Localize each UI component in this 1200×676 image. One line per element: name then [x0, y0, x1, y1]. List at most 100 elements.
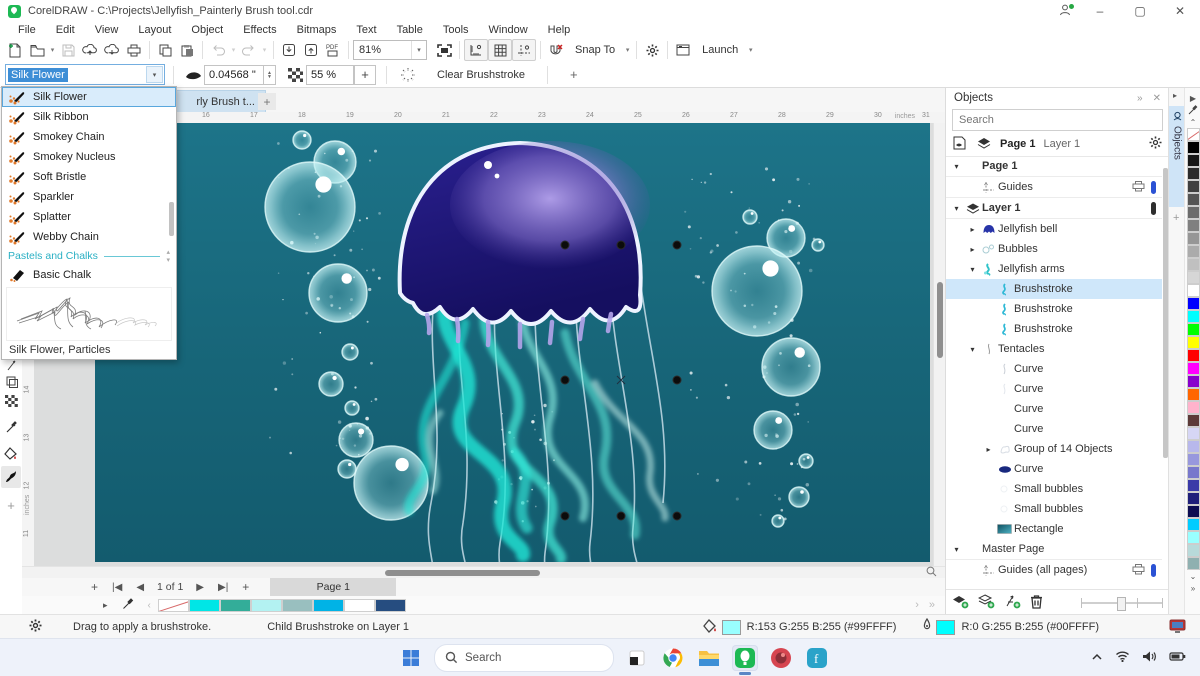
doc-color-swatch-99bfbf[interactable] — [281, 598, 313, 612]
color-swatch-7878cc[interactable] — [1186, 466, 1200, 479]
palette-drag-icon[interactable]: ▶ — [1190, 92, 1196, 104]
color-swatch-d6d6d6[interactable] — [1186, 271, 1200, 284]
palette-expand-icon[interactable]: ▸ — [96, 600, 115, 611]
maximize-button[interactable]: ▢ — [1120, 0, 1160, 22]
tree-expand-icon[interactable]: ▸ — [982, 445, 995, 454]
copy-icon[interactable] — [154, 40, 176, 60]
close-button[interactable]: ✕ — [1160, 0, 1200, 22]
new-layer-icon[interactable] — [952, 594, 969, 612]
menu-layout[interactable]: Layout — [128, 24, 181, 36]
doc-color-swatch-264d80[interactable] — [374, 598, 406, 612]
color-swatch-1f1f7a[interactable] — [1186, 492, 1200, 505]
palette-scroll-right-icon[interactable]: › — [915, 599, 919, 611]
color-swatch-ffff00[interactable] — [1186, 336, 1200, 349]
color-swatch-555555[interactable] — [1186, 193, 1200, 206]
tree-row-guides[interactable]: Guides — [946, 177, 1162, 198]
brush-option-smokey-nucleus[interactable]: Smokey Nucleus — [2, 147, 176, 167]
first-page-icon[interactable]: |◀ — [105, 582, 129, 593]
menu-effects[interactable]: Effects — [233, 24, 286, 36]
redo-dropdown-icon[interactable]: ▾ — [260, 46, 269, 54]
tree-row-curve[interactable]: Curve — [946, 459, 1162, 479]
last-page-icon[interactable]: ▶| — [211, 582, 235, 593]
snap-to-dropdown-icon[interactable]: ▾ — [623, 46, 632, 54]
doc-color-swatch-none[interactable] — [157, 598, 189, 612]
snap-off-icon[interactable] — [545, 40, 567, 60]
color-swatch-ffffff[interactable] — [1186, 284, 1200, 297]
painterly-brush-tool-icon[interactable] — [1, 466, 21, 488]
docker-options-gear-icon[interactable] — [1148, 135, 1163, 153]
doc-color-swatch-ffffff[interactable] — [343, 598, 375, 612]
color-swatch-9898dd[interactable] — [1186, 453, 1200, 466]
color-swatch-ff0000[interactable] — [1186, 349, 1200, 362]
tree-expand-icon[interactable]: ▾ — [950, 545, 963, 554]
menu-view[interactable]: View — [85, 24, 129, 36]
open-icon[interactable] — [26, 40, 48, 60]
menu-tools[interactable]: Tools — [433, 24, 479, 36]
status-gear-icon[interactable] — [28, 618, 43, 636]
menu-text[interactable]: Text — [346, 24, 386, 36]
tree-row-guides-all-pages-[interactable]: Guides (all pages) — [946, 560, 1162, 580]
doc-color-swatch-b3f2f2[interactable] — [250, 598, 282, 612]
open-dropdown-icon[interactable]: ▾ — [48, 46, 57, 54]
tree-row-rectangle[interactable]: Rectangle — [946, 519, 1162, 539]
slider-handle[interactable] — [1117, 596, 1126, 611]
printable-icon[interactable] — [1132, 563, 1145, 578]
chrome-icon[interactable] — [660, 645, 686, 671]
tree-expand-icon[interactable]: ▾ — [966, 345, 979, 354]
color-swatch-00ccff[interactable] — [1186, 518, 1200, 531]
save-icon[interactable] — [57, 40, 79, 60]
color-swatch-404040[interactable] — [1186, 180, 1200, 193]
snap-to-button[interactable]: Snap To — [567, 44, 623, 56]
taskbar-search[interactable]: Search — [434, 643, 614, 672]
tree-row-small-bubbles[interactable]: Small bubbles — [946, 499, 1162, 519]
undo-icon[interactable] — [207, 40, 229, 60]
color-swatch-d6d6f5[interactable] — [1186, 427, 1200, 440]
tree-row-master-page[interactable]: ▾ Master Page — [946, 539, 1162, 560]
zoom-level-combo[interactable]: 81% ▾ — [353, 40, 427, 60]
color-swatch-99ffff[interactable] — [1186, 531, 1200, 544]
layer-opacity-slider[interactable] — [1081, 596, 1163, 611]
tree-row-brushstroke[interactable]: Brushstroke — [946, 299, 1162, 319]
color-swatch-969696[interactable] — [1186, 232, 1200, 245]
add-page-button-2[interactable]: + — [235, 580, 256, 594]
color-swatch-8fb0b0[interactable] — [1186, 557, 1200, 570]
tree-expand-icon[interactable]: ▸ — [966, 225, 979, 234]
show-rulers-icon[interactable] — [464, 39, 488, 61]
palette-eyedropper-icon[interactable] — [115, 597, 141, 613]
launch-dropdown-icon[interactable]: ▾ — [746, 46, 755, 54]
photo-paint-icon[interactable] — [768, 645, 794, 671]
tree-row-small-bubbles[interactable]: Small bubbles — [946, 479, 1162, 499]
brush-option-smokey-chain[interactable]: Smokey Chain — [2, 127, 176, 147]
printable-icon[interactable] — [1132, 180, 1145, 195]
account-icon[interactable] — [1050, 3, 1080, 20]
docker-collapse-icon[interactable]: » — [1137, 93, 1143, 104]
color-swatch-b8dada[interactable] — [1186, 544, 1200, 557]
tree-expand-icon[interactable]: ▸ — [966, 245, 979, 254]
brush-option-splatter[interactable]: Splatter — [2, 207, 176, 227]
full-screen-preview-icon[interactable] — [433, 40, 455, 60]
clear-brushstroke-button[interactable]: Clear Brushstroke — [429, 69, 533, 81]
tree-row-tentacles[interactable]: ▾ Tentacles — [946, 339, 1162, 359]
tree-expand-icon[interactable]: ▾ — [950, 204, 963, 213]
objects-vertical-tab[interactable]: Objects — [1169, 106, 1185, 207]
task-view-icon[interactable] — [624, 645, 650, 671]
stroke-width-field[interactable]: 0.04568 " — [204, 64, 264, 85]
layer-color-pill[interactable] — [1151, 563, 1156, 577]
color-swatch-00ffff[interactable] — [1186, 310, 1200, 323]
layer-state-icon[interactable] — [976, 137, 992, 152]
crop-tool-icon[interactable] — [1, 370, 21, 392]
brush-option-sparkler[interactable]: Sparkler — [2, 187, 176, 207]
tree-expand-icon[interactable]: ▾ — [966, 265, 979, 274]
show-grid-icon[interactable] — [488, 39, 512, 61]
paste-icon[interactable] — [176, 40, 198, 60]
new-master-layer-all-pages-icon[interactable] — [1004, 594, 1021, 612]
color-swatch-2b2b2b[interactable] — [1186, 167, 1200, 180]
color-swatch-ff00ff[interactable] — [1186, 362, 1200, 375]
outline-color-swatch[interactable] — [936, 619, 956, 635]
add-page-button[interactable]: + — [84, 580, 105, 594]
launch-icon[interactable] — [672, 40, 694, 60]
menu-object[interactable]: Object — [181, 24, 233, 36]
add-preset-button[interactable]: + — [562, 67, 586, 82]
color-swatch-8800cc[interactable] — [1186, 375, 1200, 388]
doc-color-swatch-33ad99[interactable] — [219, 598, 251, 612]
